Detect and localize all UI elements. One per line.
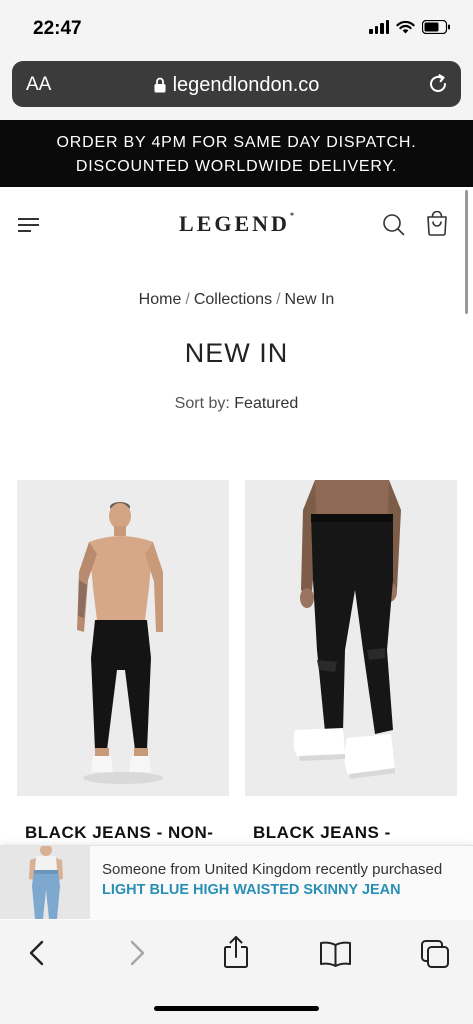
lock-icon [154, 77, 166, 93]
status-bar: 22:47 [0, 0, 473, 58]
bookmarks-icon[interactable] [319, 941, 352, 967]
page-title: NEW IN [184, 338, 289, 368]
popup-product-link[interactable]: LIGHT BLUE HIGH WAISTED SKINNY JEAN [102, 882, 401, 898]
logo-text: LEGEND [179, 211, 290, 236]
battery-icon [422, 20, 450, 34]
popup-product-photo [0, 846, 90, 919]
breadcrumb-collections[interactable]: Collections [194, 291, 272, 308]
home-indicator[interactable] [154, 1006, 319, 1011]
reload-icon[interactable] [427, 73, 449, 95]
popup-message: Someone from United Kingdom recently pur… [102, 861, 443, 878]
search-icon[interactable] [382, 213, 405, 236]
product-name[interactable]: BLACK JEANS - [245, 823, 457, 843]
popup-product-thumbnail[interactable] [0, 846, 90, 919]
announcement-line-1: ORDER BY 4PM FOR SAME DAY DISPATCH. [56, 134, 417, 151]
sort-value: Featured [234, 395, 299, 412]
breadcrumb-separator: / [276, 291, 281, 308]
share-icon[interactable] [222, 935, 250, 969]
product-photo-jeans-closeup [245, 480, 457, 796]
product-image[interactable] [245, 480, 457, 796]
wifi-icon [396, 20, 415, 34]
tabs-icon[interactable] [420, 939, 450, 969]
product-card[interactable]: BLACK JEANS - [245, 480, 457, 843]
announcement-bar: ORDER BY 4PM FOR SAME DAY DISPATCH. DISC… [0, 120, 473, 187]
product-photo-model-front [17, 480, 229, 796]
logo-mark: * [289, 211, 294, 220]
product-card[interactable]: BLACK JEANS - NON- [17, 480, 229, 843]
shopping-bag-icon[interactable] [426, 211, 448, 236]
url-text: legendlondon.co [172, 74, 320, 96]
breadcrumb: Home / Collections / New In [0, 291, 473, 309]
breadcrumb-separator: / [185, 291, 190, 308]
address-bar[interactable]: AA legendlondon.co [12, 61, 461, 107]
signal-icon [369, 20, 389, 34]
breadcrumb-current: New In [284, 291, 335, 308]
browser-address-area: AA legendlondon.co [0, 58, 473, 120]
back-icon[interactable] [26, 939, 48, 967]
site-header: LEGEND* [0, 187, 473, 263]
status-icons [369, 20, 451, 34]
sort-label: Sort by: [174, 395, 230, 412]
product-name[interactable]: BLACK JEANS - NON- [17, 823, 229, 843]
forward-icon [130, 940, 145, 966]
status-time: 22:47 [33, 18, 82, 39]
browser-toolbar [0, 920, 473, 1024]
popup-text: Someone from United Kingdom recently pur… [102, 860, 442, 900]
breadcrumb-home[interactable]: Home [139, 291, 182, 308]
recent-purchase-popup[interactable]: Someone from United Kingdom recently pur… [0, 845, 473, 919]
sort-control[interactable]: Sort by: Featured [0, 395, 473, 413]
product-image[interactable] [17, 480, 229, 796]
url-field[interactable]: legendlondon.co [12, 74, 461, 97]
announcement-line-2: DISCOUNTED WORLDWIDE DELIVERY. [75, 158, 398, 175]
